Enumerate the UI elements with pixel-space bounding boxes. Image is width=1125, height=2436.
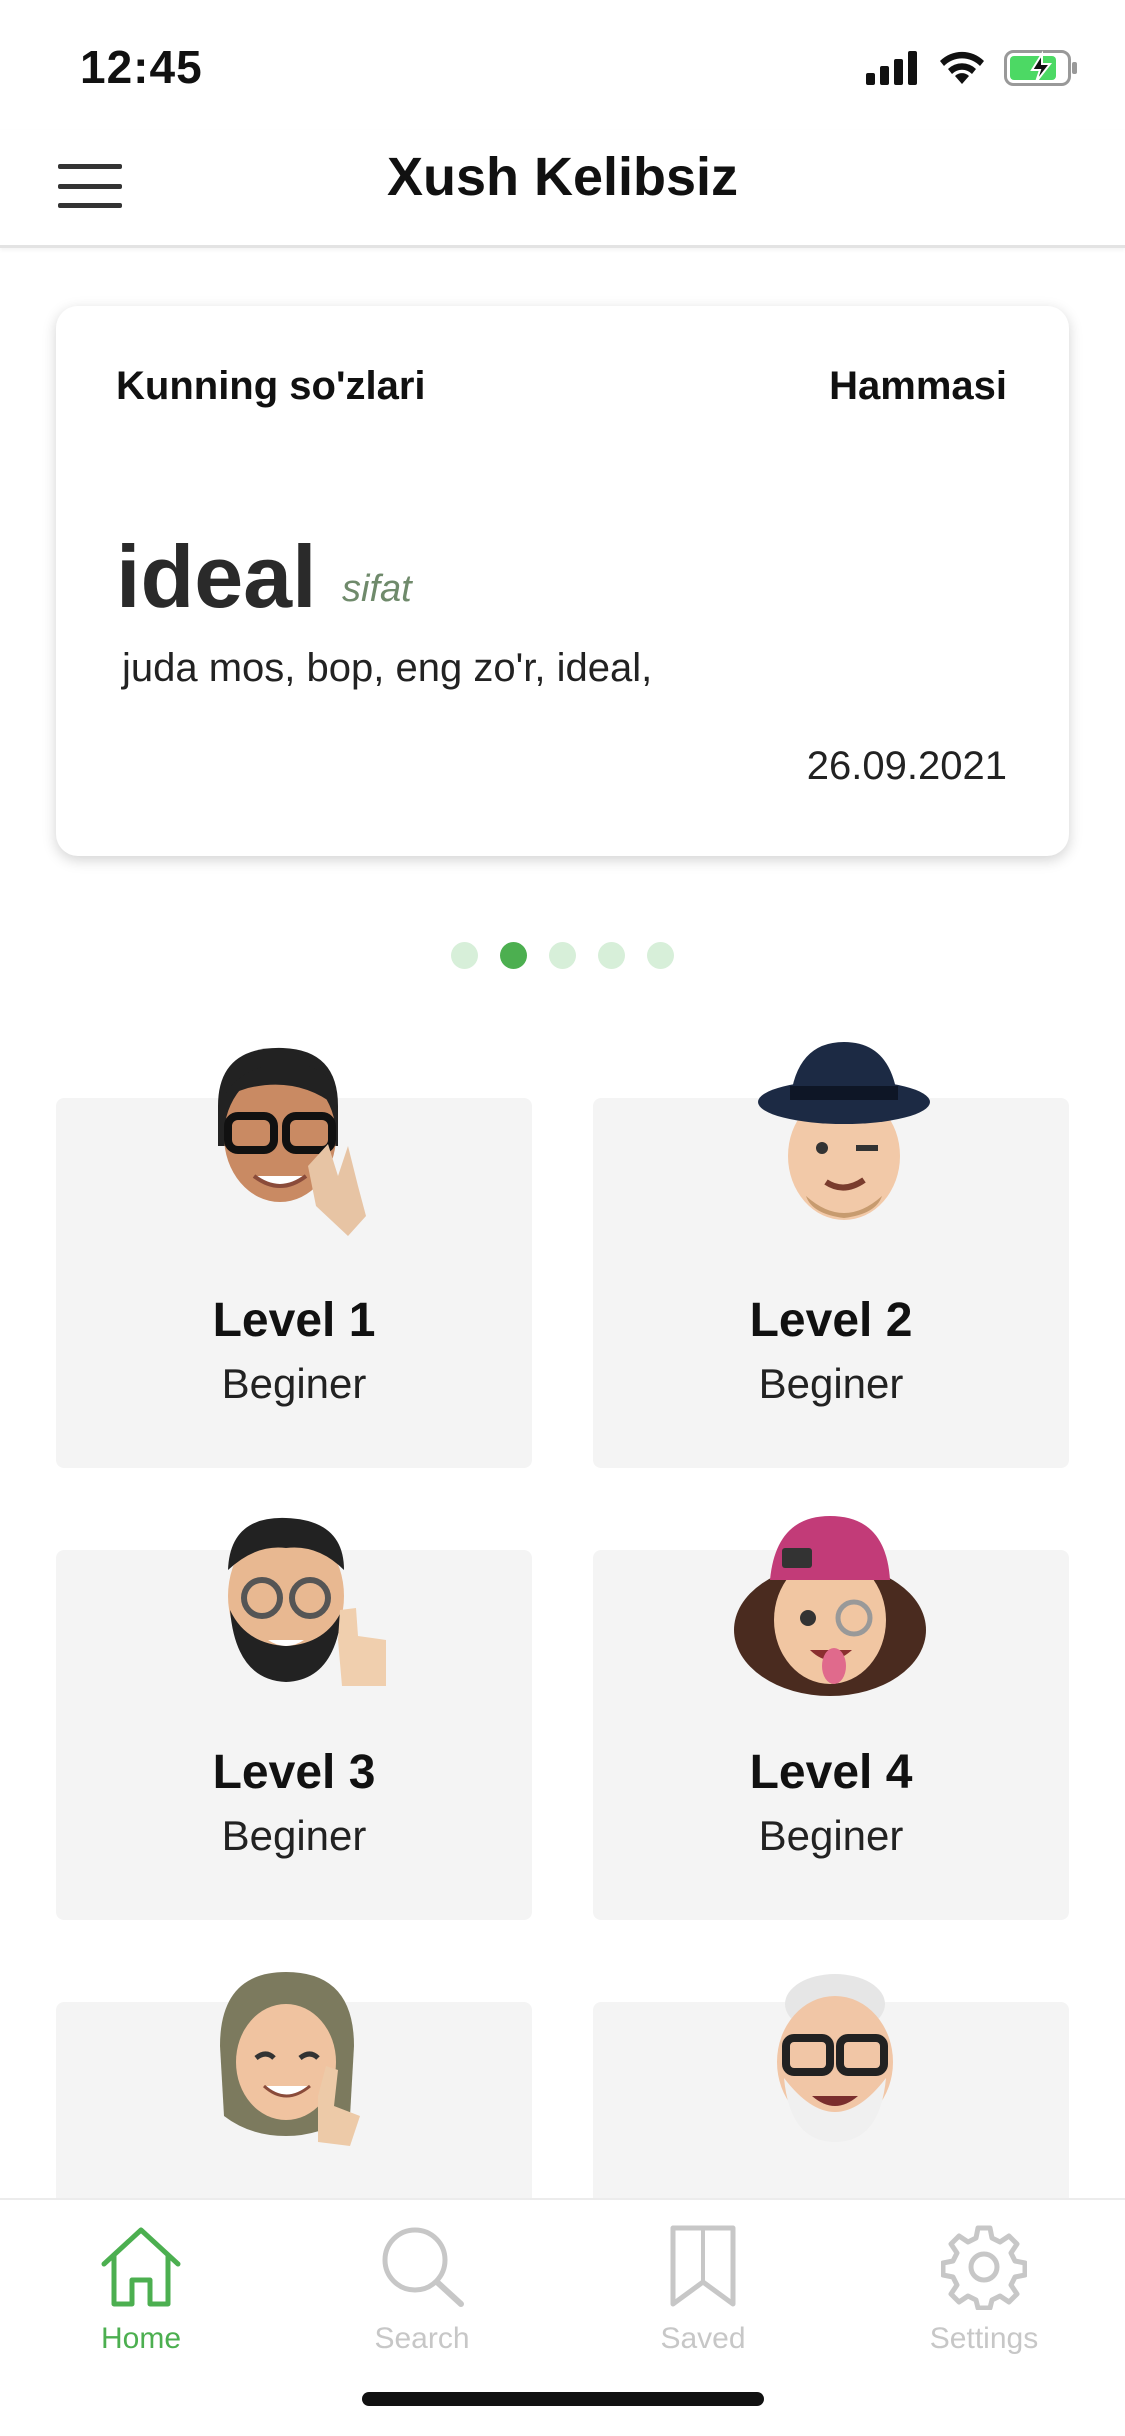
tab-label: Home bbox=[100, 2322, 182, 2355]
battery-charging-icon bbox=[1004, 50, 1077, 86]
level-title: Level 2 bbox=[749, 1294, 913, 1347]
word-of-day-card[interactable]: Kunning so'zlari Hammasi ideal sifat jud… bbox=[56, 306, 1069, 856]
tab-saved[interactable]: Saved bbox=[603, 2210, 803, 2360]
tab-label: Search bbox=[374, 2322, 470, 2355]
pager-dot[interactable] bbox=[549, 942, 576, 969]
level-subtitle: Beginer bbox=[221, 1360, 367, 1407]
status-bar: 12:45 bbox=[0, 0, 1125, 130]
see-all-link[interactable]: Hammasi bbox=[829, 364, 1007, 409]
page-title: Xush Kelibsiz bbox=[386, 147, 739, 207]
home-indicator[interactable] bbox=[362, 2392, 764, 2406]
pager-dot[interactable] bbox=[451, 942, 478, 969]
status-icons bbox=[866, 50, 1080, 86]
pager-dot[interactable] bbox=[598, 942, 625, 969]
level-subtitle: Beginer bbox=[221, 1812, 367, 1859]
wifi-icon bbox=[940, 51, 984, 84]
level-title: Level 3 bbox=[212, 1746, 376, 1799]
search-icon bbox=[382, 2227, 464, 2307]
tab-search[interactable]: Search bbox=[322, 2210, 522, 2360]
level-title: Level 1 bbox=[212, 1294, 376, 1347]
memoji-avatar-icon bbox=[218, 1047, 366, 1236]
app-header: Xush Kelibsiz bbox=[0, 130, 1125, 248]
tab-home[interactable]: Home bbox=[41, 2210, 241, 2360]
tab-settings[interactable]: Settings bbox=[884, 2210, 1084, 2360]
level-subtitle: Beginer bbox=[758, 1360, 904, 1407]
status-time: 12:45 bbox=[80, 41, 203, 93]
gear-icon bbox=[941, 2225, 1027, 2310]
word-of-day-label: Kunning so'zlari bbox=[116, 364, 426, 408]
word-meaning: juda mos, bop, eng zo'r, ideal, bbox=[122, 646, 653, 690]
level-title: Level 4 bbox=[749, 1746, 913, 1799]
bookmark-icon bbox=[670, 2225, 736, 2307]
pager-dot[interactable] bbox=[647, 942, 674, 969]
pager-dot-active[interactable] bbox=[500, 942, 527, 969]
word-text: ideal bbox=[116, 527, 317, 626]
level-subtitle: Beginer bbox=[758, 1812, 904, 1859]
tab-label: Saved bbox=[660, 2322, 746, 2355]
carousel-pager bbox=[0, 942, 1125, 969]
part-of-speech: sifat bbox=[342, 568, 412, 610]
word-date: 26.09.2021 bbox=[806, 744, 1007, 788]
home-icon bbox=[101, 2227, 181, 2307]
cellular-signal-icon bbox=[866, 51, 917, 85]
tab-label: Settings bbox=[929, 2322, 1039, 2355]
